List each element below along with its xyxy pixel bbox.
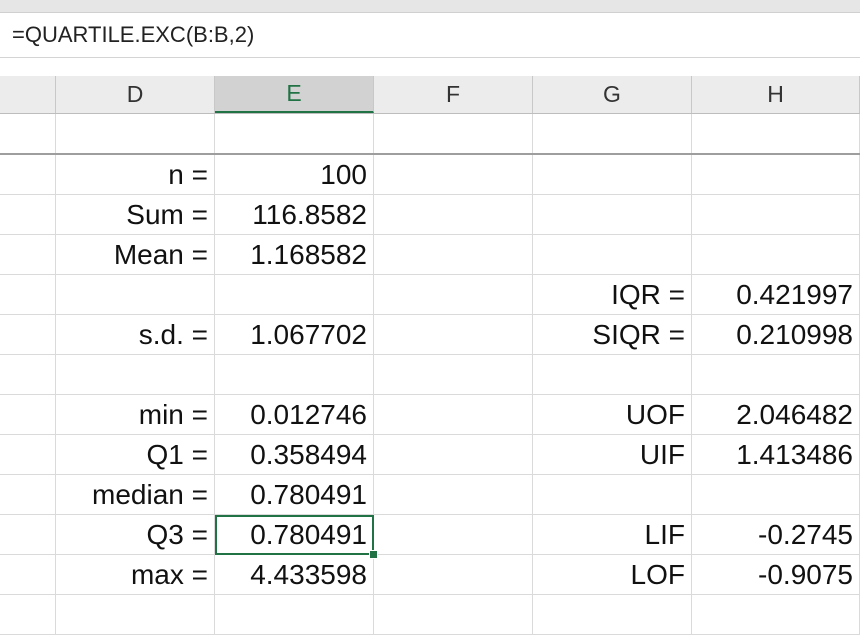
cell-h-row-7[interactable]: 2.046482: [692, 395, 860, 435]
cell-g-row-0[interactable]: [533, 114, 692, 155]
cell-g-row-6[interactable]: [533, 355, 692, 395]
cell-f-row-6[interactable]: [374, 355, 533, 395]
cell-g-row-7[interactable]: UOF: [533, 395, 692, 435]
cell-g-row-1[interactable]: [533, 155, 692, 195]
fill-handle[interactable]: [369, 550, 378, 559]
cell-h-row-0[interactable]: [692, 114, 860, 155]
cell-h-row-4[interactable]: 0.421997: [692, 275, 860, 315]
cell-e-row-2[interactable]: 116.8582: [215, 195, 374, 235]
cell-e-row-9[interactable]: 0.780491: [215, 475, 374, 515]
row-gutter-cell[interactable]: [0, 395, 56, 435]
cell-e-row-11[interactable]: 4.433598: [215, 555, 374, 595]
formula-bar[interactable]: =QUARTILE.EXC(B:B,2): [0, 13, 860, 58]
cell-d-row-5[interactable]: s.d. =: [56, 315, 215, 355]
row-gutter-cell[interactable]: [0, 515, 56, 555]
cell-d-row-4[interactable]: [56, 275, 215, 315]
cell-d-row-1[interactable]: n =: [56, 155, 215, 195]
cell-f-row-1[interactable]: [374, 155, 533, 195]
cell-g-row-9[interactable]: [533, 475, 692, 515]
cell-f-row-10[interactable]: [374, 515, 533, 555]
cell-f-row-7[interactable]: [374, 395, 533, 435]
row-gutter-cell[interactable]: [0, 355, 56, 395]
cell-e-row-1[interactable]: 100: [215, 155, 374, 195]
row-gutter-cell[interactable]: [0, 235, 56, 275]
formula-text[interactable]: =QUARTILE.EXC(B:B,2): [12, 22, 254, 48]
cell-f-row-8[interactable]: [374, 435, 533, 475]
cell-f-row-0[interactable]: [374, 114, 533, 155]
column-headers: DEFGH: [0, 76, 860, 114]
cell-e-row-3[interactable]: 1.168582: [215, 235, 374, 275]
cell-g-row-8[interactable]: UIF: [533, 435, 692, 475]
cell-f-row-9[interactable]: [374, 475, 533, 515]
column-header-h[interactable]: H: [692, 76, 860, 113]
cell-d-row-6[interactable]: [56, 355, 215, 395]
cell-e-row-12[interactable]: [215, 595, 374, 635]
cell-e-row-7[interactable]: 0.012746: [215, 395, 374, 435]
cell-d-row-10[interactable]: Q3 =: [56, 515, 215, 555]
row-gutter-cell[interactable]: [0, 114, 56, 155]
cell-g-row-4[interactable]: IQR =: [533, 275, 692, 315]
cell-f-row-2[interactable]: [374, 195, 533, 235]
cell-h-row-5[interactable]: 0.210998: [692, 315, 860, 355]
cell-d-row-11[interactable]: max =: [56, 555, 215, 595]
window-top-strip: [0, 0, 860, 13]
frozen-pane-divider[interactable]: [0, 153, 860, 155]
cell-d-row-3[interactable]: Mean =: [56, 235, 215, 275]
cell-f-row-11[interactable]: [374, 555, 533, 595]
cell-g-row-12[interactable]: [533, 595, 692, 635]
select-all-corner[interactable]: [0, 76, 56, 113]
row-gutter-cell[interactable]: [0, 155, 56, 195]
cell-g-row-3[interactable]: [533, 235, 692, 275]
cell-g-row-11[interactable]: LOF: [533, 555, 692, 595]
cell-h-row-8[interactable]: 1.413486: [692, 435, 860, 475]
worksheet-grid[interactable]: n = 100 Sum = 116.8582 Mean = 1.168582 IQR = 0.…: [0, 114, 860, 635]
column-header-d[interactable]: D: [56, 76, 215, 113]
cell-h-row-12[interactable]: [692, 595, 860, 635]
cell-f-row-12[interactable]: [374, 595, 533, 635]
cell-f-row-5[interactable]: [374, 315, 533, 355]
cell-d-row-8[interactable]: Q1 =: [56, 435, 215, 475]
cell-e-row-0[interactable]: [215, 114, 374, 155]
row-gutter-cell[interactable]: [0, 555, 56, 595]
row-gutter-cell[interactable]: [0, 435, 56, 475]
row-gutter-cell[interactable]: [0, 195, 56, 235]
cell-d-row-7[interactable]: min =: [56, 395, 215, 435]
cell-h-row-1[interactable]: [692, 155, 860, 195]
row-gutter-cell[interactable]: [0, 275, 56, 315]
cell-h-row-9[interactable]: [692, 475, 860, 515]
cell-h-row-3[interactable]: [692, 235, 860, 275]
cell-d-row-9[interactable]: median =: [56, 475, 215, 515]
cell-d-row-0[interactable]: [56, 114, 215, 155]
row-gutter-cell[interactable]: [0, 315, 56, 355]
cell-h-row-11[interactable]: -0.9075: [692, 555, 860, 595]
cell-e-row-6[interactable]: [215, 355, 374, 395]
sheet-gap: [0, 58, 860, 76]
cell-h-row-10[interactable]: -0.2745: [692, 515, 860, 555]
cell-f-row-4[interactable]: [374, 275, 533, 315]
cell-e-row-4[interactable]: [215, 275, 374, 315]
cell-g-row-10[interactable]: LIF: [533, 515, 692, 555]
cell-d-row-12[interactable]: [56, 595, 215, 635]
cell-f-row-3[interactable]: [374, 235, 533, 275]
column-header-g[interactable]: G: [533, 76, 692, 113]
active-cell[interactable]: 0.780491: [215, 515, 374, 555]
cell-h-row-2[interactable]: [692, 195, 860, 235]
row-gutter-cell[interactable]: [0, 475, 56, 515]
row-gutter-cell[interactable]: [0, 595, 56, 635]
cell-e-row-5[interactable]: 1.067702: [215, 315, 374, 355]
cell-h-row-6[interactable]: [692, 355, 860, 395]
column-header-e[interactable]: E: [215, 76, 374, 113]
cell-g-row-5[interactable]: SIQR =: [533, 315, 692, 355]
column-header-f[interactable]: F: [374, 76, 533, 113]
cell-d-row-2[interactable]: Sum =: [56, 195, 215, 235]
cell-e-row-8[interactable]: 0.358494: [215, 435, 374, 475]
cell-g-row-2[interactable]: [533, 195, 692, 235]
